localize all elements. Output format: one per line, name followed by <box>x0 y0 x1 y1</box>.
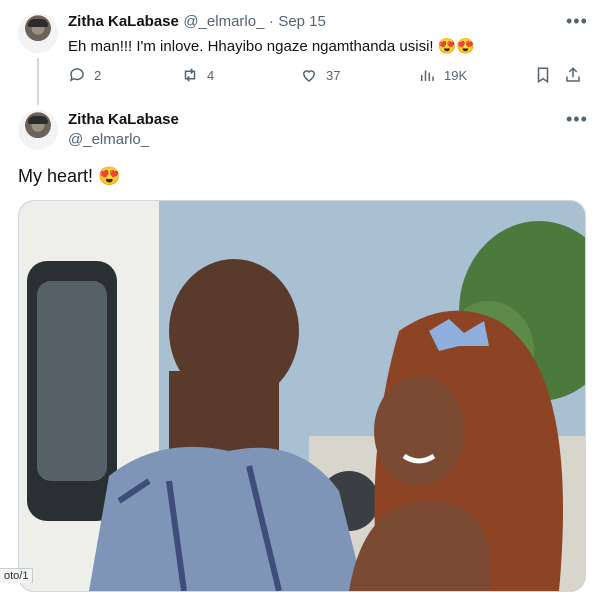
views-icon <box>421 70 434 81</box>
like-count: 37 <box>326 67 341 83</box>
avatar[interactable] <box>18 13 58 53</box>
bookmark-icon <box>537 67 549 84</box>
avatar[interactable] <box>18 110 58 150</box>
emoji: 😍 <box>98 166 121 186</box>
views-count: 19K <box>444 67 468 83</box>
retweet-count: 4 <box>207 67 215 83</box>
tweet-actions: 2 4 37 19K <box>68 66 588 90</box>
share-button[interactable] <box>564 66 582 84</box>
emoji: 😍😍 <box>437 38 476 55</box>
reply-icon <box>69 68 84 82</box>
more-icon[interactable]: ••• <box>566 110 588 128</box>
thread-line <box>37 58 39 105</box>
reply-button[interactable]: 2 <box>68 66 101 84</box>
share-icon <box>566 67 580 82</box>
author-handle[interactable]: @_elmarlo_ <box>183 13 264 30</box>
photo-scene <box>19 201 585 591</box>
tweet-date[interactable]: Sep 15 <box>278 13 326 30</box>
author-handle[interactable]: @_elmarlo_ <box>68 131 179 148</box>
tweet-photo[interactable] <box>18 200 586 592</box>
retweet-button[interactable]: 4 <box>181 66 214 84</box>
like-button[interactable]: 37 <box>300 66 340 84</box>
status-bar-url: oto/1 <box>0 568 34 583</box>
retweet-icon <box>184 68 196 82</box>
more-icon[interactable]: ••• <box>566 12 588 30</box>
heart-icon <box>302 70 316 82</box>
separator-dot: · <box>268 13 274 30</box>
views-button[interactable]: 19K <box>418 66 467 84</box>
author-name[interactable]: Zitha KaLabase <box>68 111 179 128</box>
tweet-text: Eh man!!! I'm inlove. Hhayibo ngaze ngam… <box>68 38 434 55</box>
bookmark-button[interactable] <box>534 66 552 84</box>
author-name[interactable]: Zitha KaLabase <box>68 13 179 30</box>
tweet-text: My heart! <box>18 166 94 186</box>
reply-count: 2 <box>94 67 102 83</box>
